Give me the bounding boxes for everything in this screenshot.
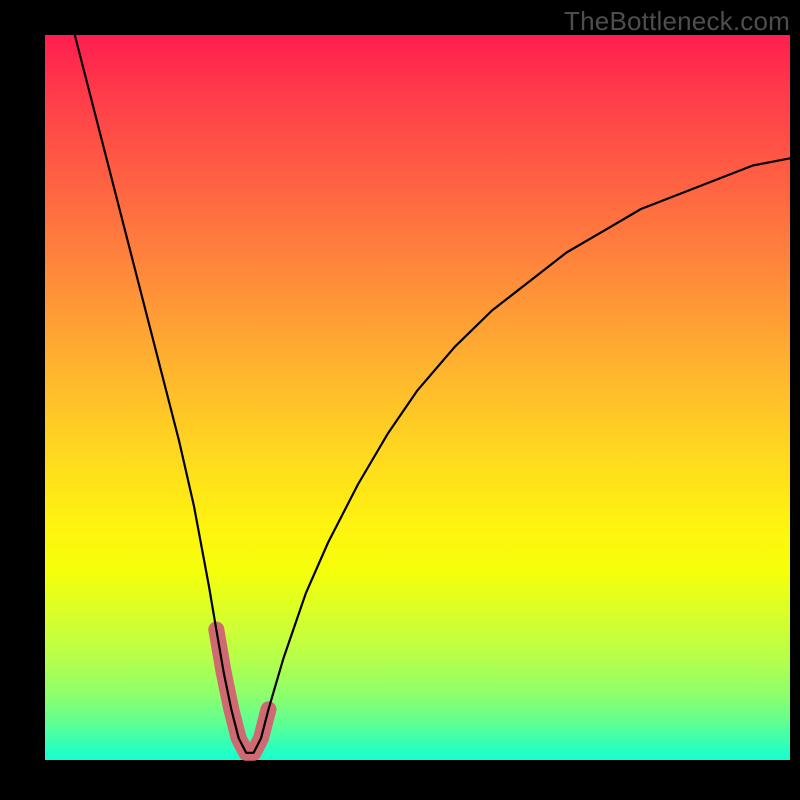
watermark-text: TheBottleneck.com <box>564 6 790 37</box>
chart-frame: TheBottleneck.com <box>0 0 800 800</box>
plot-area <box>45 35 790 760</box>
highlight-region <box>216 630 268 753</box>
bottleneck-curve <box>45 35 790 760</box>
curve-line <box>75 35 790 753</box>
